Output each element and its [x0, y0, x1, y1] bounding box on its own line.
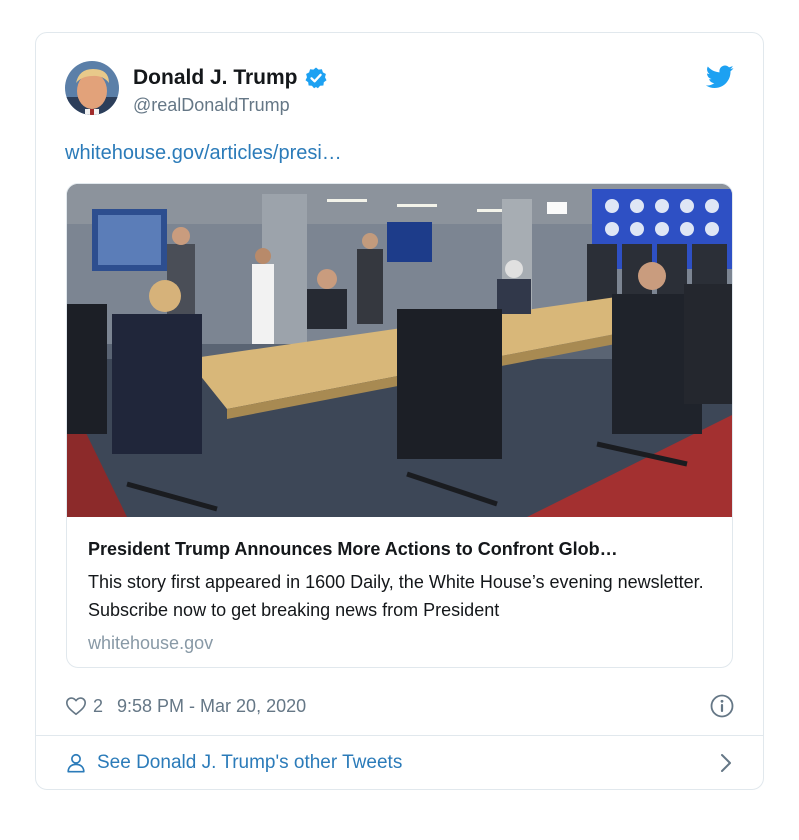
heart-icon[interactable]: [65, 695, 87, 717]
link-card-domain: whitehouse.gov: [88, 633, 214, 653]
tweet-meta-row: 2 9:58 PM - Mar 20, 2020: [65, 693, 734, 719]
tweet-article-link[interactable]: whitehouse.gov/articles/presi…: [65, 140, 342, 166]
see-other-tweets-label[interactable]: See Donald J. Trump's other Tweets: [97, 752, 402, 774]
avatar-image: [65, 61, 119, 115]
verified-badge-icon: [304, 66, 328, 90]
link-card-title: President Trump Announces More Actions t…: [88, 539, 618, 559]
tweet-card: Donald J. Trump @realDonaldTrump whiteho…: [35, 32, 764, 790]
link-card-text: President Trump Announces More Actions t…: [88, 537, 714, 655]
author-names: Donald J. Trump @realDonaldTrump: [133, 65, 328, 116]
tweet-header: Donald J. Trump @realDonaldTrump: [65, 61, 734, 121]
tweet-timestamp[interactable]: 9:58 PM - Mar 20, 2020: [117, 696, 306, 717]
info-icon[interactable]: [710, 694, 734, 718]
chevron-right-icon[interactable]: [718, 753, 734, 773]
like-count[interactable]: 2: [93, 696, 103, 717]
footer-divider: [36, 735, 763, 736]
link-preview-card[interactable]: President Trump Announces More Actions t…: [66, 183, 733, 668]
link-card-description: This story first appeared in 1600 Daily,…: [88, 572, 704, 620]
author-display-name[interactable]: Donald J. Trump: [133, 65, 298, 91]
display-name-row: Donald J. Trump: [133, 65, 328, 91]
twitter-bird-icon[interactable]: [705, 65, 734, 89]
person-icon: [65, 752, 87, 774]
profile-avatar[interactable]: [65, 61, 119, 115]
author-handle[interactable]: @realDonaldTrump: [133, 94, 328, 116]
see-other-tweets-link[interactable]: See Donald J. Trump's other Tweets: [65, 748, 734, 778]
meeting-room-photo: [67, 184, 732, 517]
